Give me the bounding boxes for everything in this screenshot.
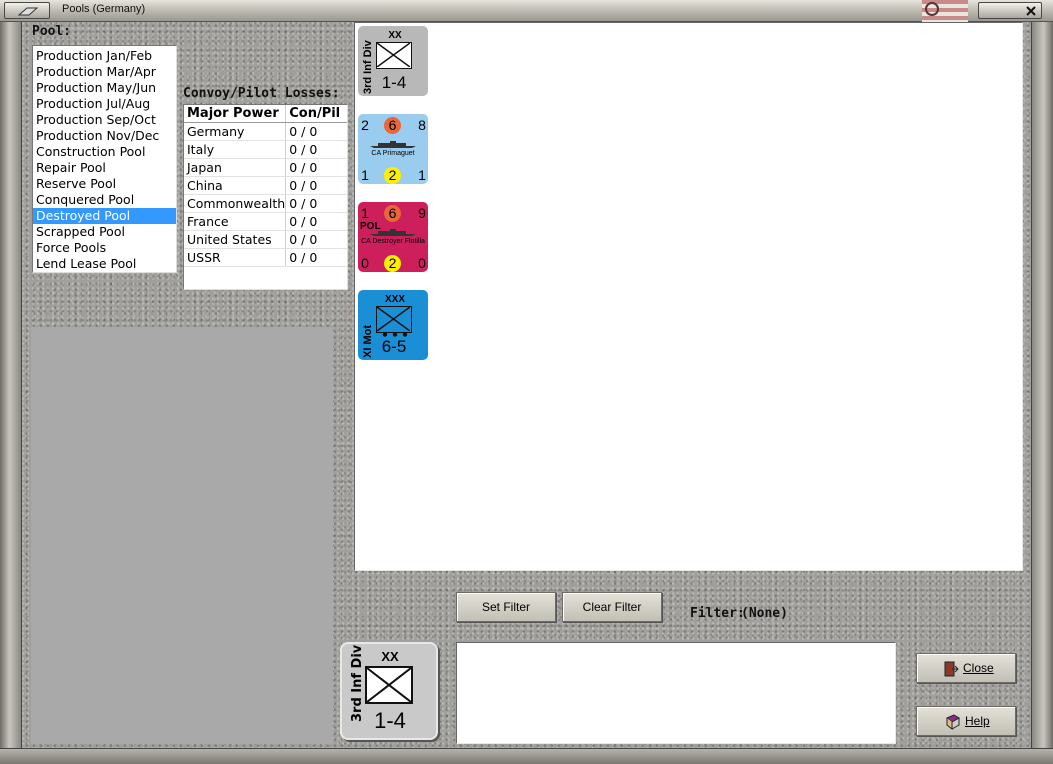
- pool-list[interactable]: Production Jan/Feb Production Mar/Apr Prod…: [32, 45, 177, 273]
- con-pil-cell: 0 / 0: [289, 232, 318, 247]
- con-pil-cell: 0 / 0: [289, 142, 318, 157]
- frame-left: [0, 22, 22, 764]
- filter-label: Filter:: [690, 606, 745, 621]
- unit-value: 2: [361, 117, 369, 133]
- table-row[interactable]: Germany 0 / 0: [184, 123, 347, 141]
- con-pil-cell: 0 / 0: [289, 178, 318, 193]
- pool-item[interactable]: Repair Pool: [33, 160, 176, 176]
- unit-value: 9: [418, 205, 426, 221]
- units-list-pane[interactable]: [354, 22, 1023, 571]
- book-icon: [946, 714, 960, 730]
- pool-item[interactable]: Destroyed Pool: [33, 208, 176, 224]
- table-row[interactable]: France 0 / 0: [184, 213, 347, 231]
- pool-item[interactable]: Reserve Pool: [33, 176, 176, 192]
- attack-value: 6: [388, 117, 397, 133]
- selected-unit-strength: 1-4: [374, 708, 406, 733]
- selected-unit-counter: 3rd Inf Div XX 1-4: [340, 642, 438, 740]
- iron-cross-icon: [925, 2, 939, 16]
- unit-description-box[interactable]: [456, 642, 896, 744]
- ship-name: CA Destroyer Flotilla: [361, 238, 425, 245]
- unit-counter[interactable]: XI Mot XXX 6-5: [358, 290, 428, 360]
- pool-label: Pool:: [32, 24, 72, 39]
- unit-type-icon: [376, 306, 412, 333]
- pool-item[interactable]: Lend Lease Pool: [33, 256, 176, 272]
- major-power-cell: United States: [184, 231, 287, 248]
- con-pil-cell: 0 / 0: [289, 250, 318, 265]
- unit-counter[interactable]: 3rd Inf Div XX 1-4: [358, 26, 428, 96]
- unit-type-icon: [376, 42, 412, 69]
- major-power-cell: Germany: [184, 123, 287, 140]
- table-row[interactable]: Commonwealth 0 / 0: [184, 195, 347, 213]
- con-pil-cell: 0 / 0: [289, 214, 318, 229]
- major-power-cell: Japan: [184, 159, 287, 176]
- cruiser-ship-icon: [370, 141, 416, 148]
- convoy-losses-table[interactable]: Major Power Con/Pil Germany 0 / 0 Italy 0 / 0…: [183, 104, 348, 290]
- set-filter-button[interactable]: Set Filter: [456, 592, 556, 622]
- help-button[interactable]: Help: [916, 706, 1016, 736]
- major-power-cell: France: [184, 213, 287, 230]
- unit-detail-pane: [31, 327, 333, 744]
- clear-filter-button[interactable]: Clear Filter: [562, 592, 662, 622]
- selected-unit-size: XX: [381, 649, 399, 664]
- close-button-label: Close: [963, 661, 994, 675]
- window-menu-icon: [17, 7, 39, 16]
- infantry-symbol-icon: [365, 666, 413, 704]
- title-bar[interactable]: [0, 0, 1053, 22]
- window-title: Pools (Germany): [62, 3, 146, 15]
- major-power-cell: USSR: [184, 249, 287, 266]
- movement-value: 2: [388, 167, 397, 183]
- pool-item[interactable]: Production Sep/Oct: [33, 112, 176, 128]
- close-x-icon: [1026, 6, 1036, 16]
- ship-name: CA Primaguet: [371, 150, 415, 157]
- unit-value: 8: [418, 117, 426, 133]
- unit-value: 1: [418, 167, 426, 183]
- unit-counter[interactable]: 2 8 1 1 6 2 CA Primaguet: [358, 114, 428, 184]
- pool-item[interactable]: Production Nov/Dec: [33, 128, 176, 144]
- column-header-major-power[interactable]: Major Power: [184, 105, 287, 122]
- frame-bottom: [0, 748, 1053, 764]
- door-exit-icon: [944, 661, 959, 677]
- unit-counter[interactable]: 1 9 0 0 6 2 POL CA Destroyer Flotilla: [358, 202, 428, 272]
- convoy-table-header[interactable]: Major Power Con/Pil: [184, 105, 347, 123]
- pool-item[interactable]: Production Jul/Aug: [33, 96, 176, 112]
- frame-right[interactable]: [1031, 22, 1053, 764]
- pool-item[interactable]: Construction Pool: [33, 144, 176, 160]
- pool-item[interactable]: Conquered Pool: [33, 192, 176, 208]
- major-power-cell: Italy: [184, 141, 287, 158]
- table-row[interactable]: USSR 0 / 0: [184, 249, 347, 267]
- unit-value: 0: [361, 255, 369, 271]
- pool-item[interactable]: Production Jan/Feb: [33, 48, 176, 64]
- con-pil-cell: 0 / 0: [289, 124, 318, 139]
- window-menu-button[interactable]: [4, 2, 50, 19]
- con-pil-cell: 0 / 0: [289, 196, 318, 211]
- pool-item[interactable]: Production Mar/Apr: [33, 64, 176, 80]
- unit-strength: 1-4: [381, 73, 407, 92]
- table-row[interactable]: Italy 0 / 0: [184, 141, 347, 159]
- unit-value: 1: [361, 167, 369, 183]
- unit-value: 0: [418, 255, 426, 271]
- pool-item[interactable]: Force Pools: [33, 240, 176, 256]
- table-row[interactable]: United States 0 / 0: [184, 231, 347, 249]
- table-row[interactable]: Japan 0 / 0: [184, 159, 347, 177]
- pool-item[interactable]: Scrapped Pool: [33, 224, 176, 240]
- major-power-cell: Commonwealth: [184, 195, 287, 212]
- con-pil-cell: 0 / 0: [289, 160, 318, 175]
- filter-value: (None): [741, 606, 788, 621]
- unit-size: XX: [388, 30, 402, 41]
- window-close-button[interactable]: [978, 2, 1042, 19]
- unit-value: 1: [361, 205, 369, 221]
- movement-value: 2: [388, 255, 397, 271]
- unit-strength: 6-5: [381, 337, 407, 356]
- column-header-con-pil[interactable]: Con/Pil: [286, 105, 347, 122]
- table-row[interactable]: China 0 / 0: [184, 177, 347, 195]
- close-button[interactable]: Close: [916, 653, 1016, 683]
- major-power-cell: China: [184, 177, 287, 194]
- pool-item[interactable]: Production May/Jun: [33, 80, 176, 96]
- unit-size: XXX: [384, 294, 405, 305]
- selected-unit-name: 3rd Inf Div: [350, 644, 365, 722]
- convoy-losses-label: Convoy/Pilot Losses:: [183, 86, 340, 101]
- help-button-label: Help: [965, 714, 990, 728]
- nation-code: POL: [360, 221, 381, 232]
- attack-value: 6: [388, 205, 397, 221]
